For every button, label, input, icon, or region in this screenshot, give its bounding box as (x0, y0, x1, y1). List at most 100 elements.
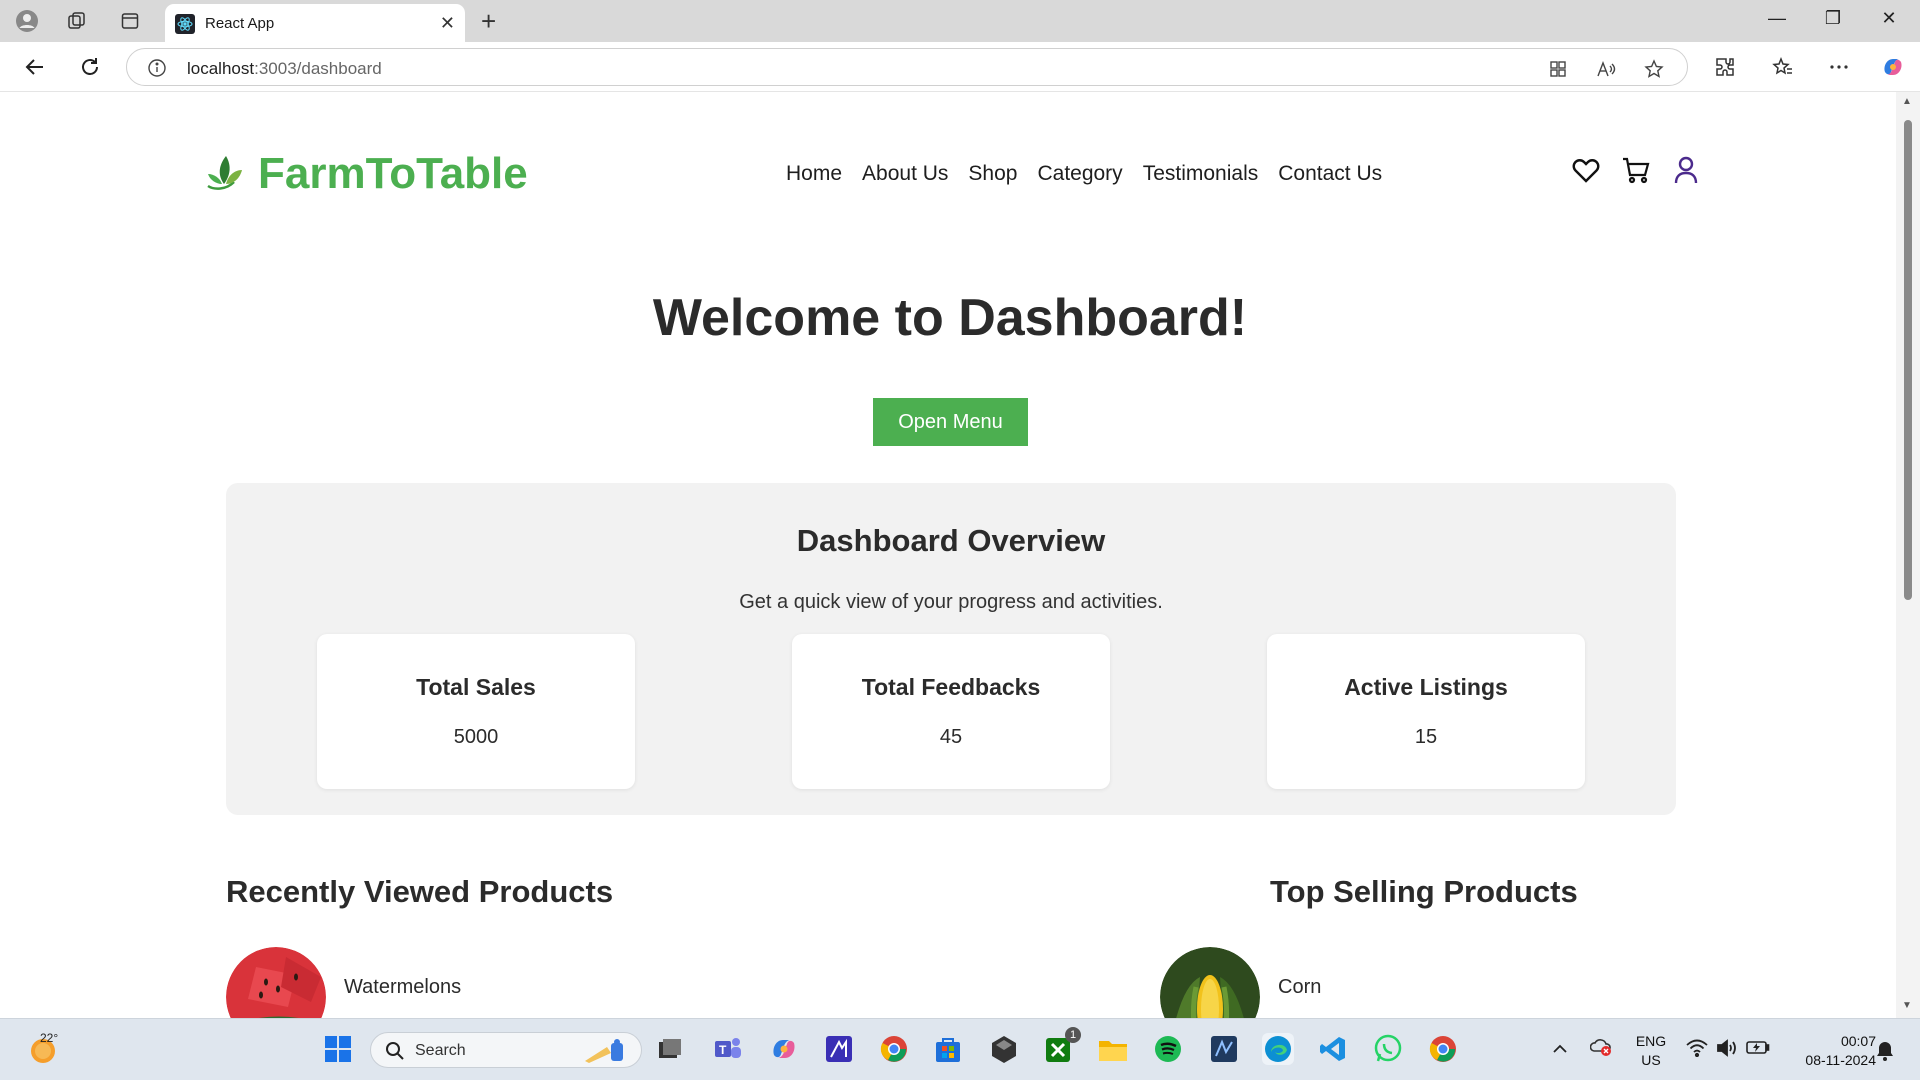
leaf-logo-icon (202, 148, 248, 199)
scroll-thumb[interactable] (1904, 120, 1912, 600)
user-icon[interactable] (1672, 154, 1700, 186)
main-nav: Home About Us Shop Category Testimonials… (786, 162, 1382, 186)
stat-card-value: 5000 (453, 726, 499, 748)
stat-card-total-sales: Total Sales 5000 (317, 634, 635, 789)
overview-title: Dashboard Overview (796, 523, 1106, 558)
url-host: localhost (187, 59, 255, 78)
minimize-icon[interactable]: — (1754, 8, 1800, 29)
chrome-icon[interactable] (878, 1033, 910, 1065)
taskbar-search[interactable]: Search (370, 1032, 642, 1068)
logo-text: FarmToTable (258, 148, 528, 198)
url-text: localhost:3003/dashboard (187, 59, 382, 79)
nav-link-home[interactable]: Home (786, 162, 842, 186)
task-view-icon[interactable] (654, 1033, 686, 1065)
chevron-up-icon[interactable] (1552, 1041, 1568, 1059)
vscode-icon[interactable] (1317, 1033, 1349, 1065)
wifi-icon[interactable] (1686, 1039, 1708, 1062)
nav-link-testimonials[interactable]: Testimonials (1143, 162, 1259, 186)
language-indicator[interactable]: ENG (1634, 1033, 1668, 1049)
weather-temp: 22° (40, 1031, 59, 1045)
browser-tab-active[interactable]: React App ✕ (165, 4, 465, 42)
clock-date[interactable]: 08-11-2024 (1780, 1052, 1876, 1068)
restore-icon[interactable]: ❐ (1810, 8, 1856, 29)
search-icon (385, 1041, 405, 1066)
close-window-icon[interactable]: ✕ (1866, 8, 1912, 29)
list-item[interactable]: Watermelons (226, 947, 461, 1018)
windows-taskbar: 22° Search T 1 ENG US 00:07 08-11-2024 (0, 1018, 1920, 1080)
onedrive-error-icon[interactable] (1589, 1037, 1612, 1062)
nav-link-about[interactable]: About Us (862, 162, 948, 186)
nav-link-shop[interactable]: Shop (968, 162, 1017, 186)
volume-icon[interactable] (1716, 1039, 1738, 1062)
svg-text:T: T (719, 1043, 727, 1057)
read-aloud-icon[interactable] (1595, 58, 1617, 80)
whatsapp-icon[interactable] (1372, 1033, 1404, 1065)
overview-subtitle: Get a quick view of your progress and ac… (739, 591, 1163, 613)
edge-icon[interactable] (1262, 1033, 1294, 1065)
list-item[interactable]: Corn (1160, 947, 1321, 1018)
clock-time[interactable]: 00:07 (1780, 1033, 1876, 1049)
copilot-taskbar-icon[interactable] (768, 1033, 800, 1065)
cart-icon[interactable] (1622, 154, 1650, 186)
copilot-icon[interactable] (1880, 54, 1906, 80)
site-info-icon[interactable] (147, 58, 167, 83)
header-icons (1572, 154, 1700, 186)
dashboard-overview: Dashboard Overview Get a quick view of y… (226, 483, 1676, 815)
site-logo[interactable]: FarmToTable (202, 148, 528, 199)
top-selling-title: Top Selling Products (1270, 874, 1578, 909)
favorite-star-icon[interactable] (1643, 58, 1665, 80)
app-icon[interactable] (823, 1033, 855, 1065)
app-cube-icon[interactable] (988, 1033, 1020, 1065)
refresh-icon[interactable] (77, 54, 103, 80)
notification-badge: 1 (1065, 1027, 1081, 1043)
teams-icon[interactable]: T (712, 1033, 744, 1065)
stat-card-total-feedbacks: Total Feedbacks 45 (792, 634, 1110, 789)
browser-address-bar: localhost:3003/dashboard (0, 42, 1920, 92)
corn-image (1160, 947, 1260, 1018)
new-tab-icon[interactable]: + (481, 6, 496, 37)
notification-bell-icon[interactable] (1876, 1041, 1894, 1066)
chrome-icon-2[interactable] (1427, 1033, 1459, 1065)
extensions-icon[interactable] (1712, 54, 1738, 80)
spotify-icon[interactable] (1152, 1033, 1184, 1065)
stat-card-title: Total Feedbacks (861, 674, 1041, 700)
back-arrow-icon[interactable] (22, 54, 48, 80)
profile-icon[interactable] (15, 9, 39, 33)
page-viewport: FarmToTable Home About Us Shop Category … (4, 92, 1896, 1018)
product-name: Corn (1278, 975, 1322, 998)
open-menu-button[interactable]: Open Menu (873, 398, 1028, 446)
app-blue-icon[interactable] (1208, 1033, 1240, 1065)
favorites-list-icon[interactable] (1770, 54, 1796, 80)
xbox-icon[interactable]: 1 (1043, 1027, 1081, 1065)
stat-card-title: Active Listings (1344, 674, 1508, 700)
windows-start-icon[interactable] (322, 1033, 354, 1065)
more-options-icon[interactable] (1826, 54, 1852, 80)
tab-close-icon[interactable]: ✕ (440, 13, 455, 34)
url-path: :3003/dashboard (254, 59, 382, 78)
browser-tab-bar: React App ✕ + — ❐ ✕ (0, 0, 1920, 42)
recently-viewed-title: Recently Viewed Products (226, 874, 614, 909)
file-explorer-icon[interactable] (1097, 1033, 1129, 1065)
battery-charging-icon[interactable] (1746, 1039, 1770, 1060)
workspaces-icon[interactable] (65, 9, 89, 33)
search-highlight-icon (581, 1037, 631, 1070)
microsoft-store-icon[interactable] (932, 1033, 964, 1065)
app-available-icon[interactable] (1547, 58, 1569, 80)
stat-card-value: 45 (939, 726, 963, 748)
region-indicator[interactable]: US (1634, 1052, 1668, 1068)
heart-icon[interactable] (1572, 154, 1600, 186)
react-favicon-icon (175, 14, 195, 34)
scroll-up-arrow-icon[interactable]: ▲ (1902, 96, 1912, 107)
product-name: Watermelons (344, 975, 462, 998)
page-scrollbar[interactable]: ▲ ▼ (1896, 92, 1920, 1018)
tab-title: React App (205, 15, 275, 32)
nav-link-category[interactable]: Category (1037, 162, 1122, 186)
url-bar[interactable]: localhost:3003/dashboard (126, 48, 1688, 86)
stat-card-title: Total Sales (416, 674, 536, 700)
stat-card-value: 15 (1414, 726, 1438, 748)
page-title: Welcome to Dashboard! (652, 289, 1248, 347)
nav-link-contact[interactable]: Contact Us (1278, 162, 1382, 186)
search-placeholder: Search (415, 1042, 466, 1059)
vertical-tabs-icon[interactable] (118, 9, 142, 33)
scroll-down-arrow-icon[interactable]: ▼ (1902, 1000, 1912, 1011)
